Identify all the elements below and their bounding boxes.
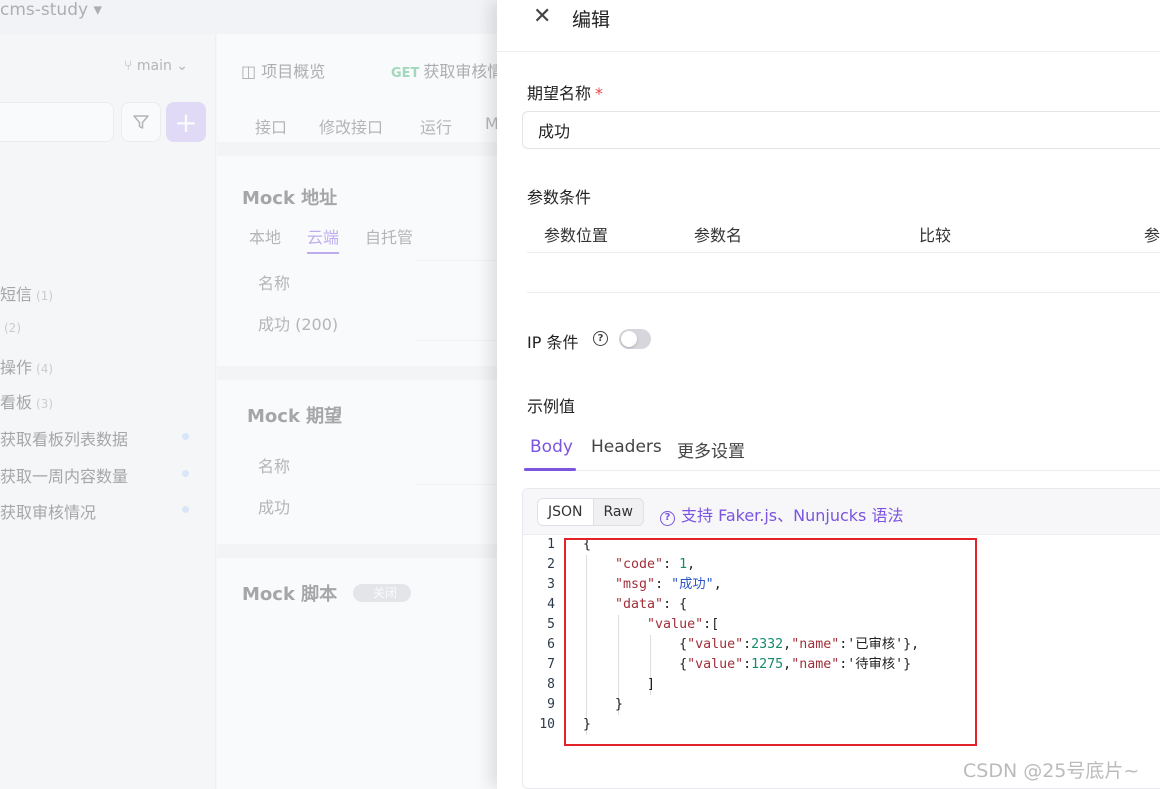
divider	[527, 292, 1160, 293]
branch-selector[interactable]: ⑂ main ⌄	[124, 58, 188, 74]
overview-icon: ◫	[241, 62, 262, 81]
divider	[217, 544, 517, 558]
divider	[217, 366, 517, 380]
ip-condition-label: IP 条件	[527, 333, 579, 352]
tab-local[interactable]: 本地	[249, 224, 281, 248]
tree-item[interactable]: 获取一周内容数量	[0, 463, 128, 487]
tree-item[interactable]: 操作 (4)	[0, 354, 53, 378]
project-name[interactable]: cms-study ▾	[0, 0, 102, 20]
tree-item[interactable]: 短信 (1)	[0, 281, 53, 305]
subtab-api[interactable]: 接口	[255, 114, 287, 138]
divider	[523, 470, 1160, 471]
format-raw-button[interactable]: Raw	[594, 499, 643, 525]
tab-more-settings[interactable]: 更多设置	[677, 437, 745, 462]
expect-name-input[interactable]	[522, 111, 1160, 149]
drawer-title: 编辑	[572, 9, 611, 31]
example-label: 示例值	[527, 397, 576, 416]
mock-row[interactable]: 成功 (200)	[258, 311, 338, 335]
format-json-button[interactable]: JSON	[538, 499, 594, 525]
help-icon[interactable]: ?	[593, 331, 608, 346]
tab-cloud[interactable]: 云端	[307, 224, 340, 254]
divider	[527, 252, 1160, 253]
status-dot	[182, 433, 189, 440]
tab-self-hosted[interactable]: 自托管	[365, 224, 413, 248]
expect-row[interactable]: 成功	[258, 494, 290, 518]
mock-script-toggle[interactable]: 关闭	[353, 584, 411, 602]
highlight-annotation	[564, 538, 977, 746]
tab-endpoint[interactable]: GET 获取审核情	[391, 58, 503, 82]
ip-condition-toggle[interactable]	[619, 329, 651, 349]
line-number: 10	[539, 717, 555, 732]
format-switch: JSON Raw	[537, 498, 644, 526]
column-param-value: 参	[1144, 226, 1160, 245]
watermark: CSDN @25号底片~	[963, 760, 1140, 782]
subtab-edit-api[interactable]: 修改接口	[319, 114, 383, 138]
subtab-run[interactable]: 运行	[420, 114, 452, 138]
drawer-header: ✕ 编辑	[497, 0, 1160, 52]
tab-headers[interactable]: Headers	[591, 437, 662, 457]
tab-body[interactable]: Body	[530, 437, 573, 457]
chevron-down-icon: ⌄	[171, 58, 189, 74]
api-tree-sidebar: ⑂ main ⌄ + 短信 (1) (2) 操作 (4) 看板 (3) 获取看板列表数…	[0, 34, 216, 789]
line-number: 3	[547, 577, 555, 592]
column-name: 名称	[258, 457, 291, 476]
column-compare: 比较	[919, 226, 952, 245]
required-mark: *	[595, 84, 604, 103]
mock-script-title: Mock 脚本	[242, 584, 338, 605]
status-dot	[182, 506, 189, 513]
add-button[interactable]: +	[166, 102, 206, 142]
editor-toolbar: JSON Raw ? 支持 Faker.js、Nunjucks 语法	[523, 489, 1160, 535]
endpoint-panel: ◫ 项目概览 GET 获取审核情 接口 修改接口 运行 M Mock 地址 本地 …	[217, 34, 517, 789]
faker-syntax-link[interactable]: ? 支持 Faker.js、Nunjucks 语法	[660, 502, 903, 526]
line-number: 1	[547, 537, 555, 552]
column-param-location: 参数位置	[544, 226, 609, 245]
line-numbers: 1 2 3 4 5 6 7 8 9 10	[523, 535, 561, 735]
close-icon[interactable]: ✕	[533, 4, 551, 29]
line-number: 4	[547, 597, 555, 612]
tab-project-overview[interactable]: ◫ 项目概览	[241, 58, 325, 82]
line-number: 8	[547, 677, 555, 692]
search-input[interactable]	[0, 102, 114, 142]
line-number: 2	[547, 557, 555, 572]
tree-item[interactable]: 看板 (3)	[0, 389, 53, 413]
line-number: 5	[547, 617, 555, 632]
column-name: 名称	[258, 274, 291, 293]
mock-address-title: Mock 地址	[242, 188, 338, 209]
line-number: 7	[547, 657, 555, 672]
tree-item[interactable]: (2)	[0, 317, 21, 336]
column-param-name: 参数名	[694, 226, 743, 245]
branch-icon: ⑂	[124, 58, 137, 74]
line-number: 6	[547, 637, 555, 652]
param-conditions-label: 参数条件	[527, 188, 592, 207]
tree-item[interactable]: 获取审核情况	[0, 499, 96, 523]
divider	[217, 142, 517, 156]
filter-icon[interactable]	[121, 102, 161, 142]
status-dot	[182, 470, 189, 477]
mock-expect-title: Mock 期望	[247, 406, 343, 427]
tree-item[interactable]: 获取看板列表数据	[0, 426, 128, 450]
expect-name-label: 期望名称 *	[527, 84, 604, 103]
line-number: 9	[547, 697, 555, 712]
active-tab-indicator	[524, 468, 576, 471]
project-header: cms-study ▾	[0, 0, 500, 34]
help-icon: ?	[660, 511, 675, 526]
